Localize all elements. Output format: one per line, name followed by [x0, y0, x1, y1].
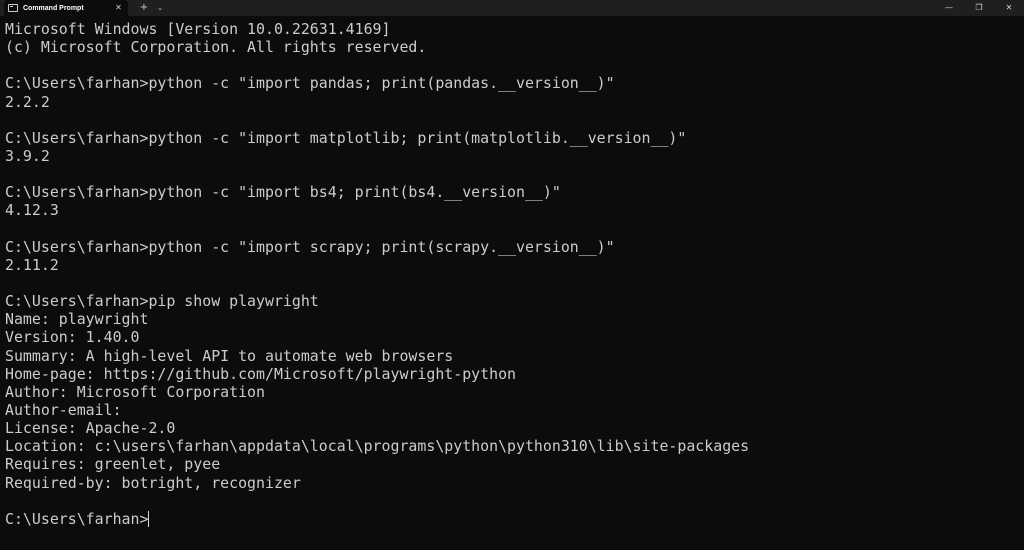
- terminal-line: Location: c:\users\farhan\appdata\local\…: [5, 437, 750, 456]
- terminal-line: Author: Microsoft Corporation: [5, 382, 265, 401]
- terminal-line: C:\Users\farhan>python -c "import bs4; p…: [5, 183, 561, 202]
- terminal-line: Name: playwright: [5, 310, 149, 329]
- tab-close-icon[interactable]: ✕: [113, 2, 124, 13]
- tab-title: Command Prompt: [23, 4, 84, 12]
- window-controls: — ❐ ✕: [934, 0, 1024, 16]
- terminal-line: Version: 1.40.0: [5, 328, 140, 347]
- terminal-line: 2.11.2: [5, 255, 59, 274]
- terminal-line: Microsoft Windows [Version 10.0.22631.41…: [5, 20, 391, 38]
- terminal-line: C:\Users\farhan>python -c "import pandas…: [5, 74, 615, 93]
- terminal-line: C:\Users\farhan>python -c "import scrapy…: [5, 237, 615, 256]
- new-tab-button[interactable]: +: [136, 0, 152, 16]
- terminal-icon: [8, 4, 18, 12]
- terminal-line: Author-email:: [5, 400, 122, 419]
- terminal-line: License: Apache-2.0: [5, 419, 176, 438]
- terminal-line: C:\Users\farhan>python -c "import matplo…: [5, 128, 687, 147]
- chevron-down-icon[interactable]: ⌄: [152, 0, 168, 16]
- terminal-line: 2.2.2: [5, 92, 50, 111]
- command-input-line[interactable]: C:\Users\farhan>: [5, 510, 1020, 528]
- terminal-output[interactable]: Microsoft Windows [Version 10.0.22631.41…: [5, 20, 1020, 528]
- maximize-button[interactable]: ❐: [964, 0, 994, 16]
- terminal-line: 3.9.2: [5, 146, 50, 165]
- terminal-line: Required-by: botright, recognizer: [5, 473, 301, 492]
- terminal-line: 4.12.3: [5, 201, 59, 220]
- terminal-line: Home-page: https://github.com/Microsoft/…: [5, 364, 517, 383]
- tab-command-prompt[interactable]: Command Prompt ✕: [4, 0, 128, 16]
- minimize-button[interactable]: —: [934, 0, 964, 16]
- terminal-line: (c) Microsoft Corporation. All rights re…: [5, 38, 427, 57]
- prompt: C:\Users\farhan>: [5, 509, 149, 528]
- terminal-line: Summary: A high-level API to automate we…: [5, 346, 454, 365]
- terminal-line: C:\Users\farhan>pip show playwright: [5, 292, 319, 311]
- title-bar: Command Prompt ✕ + ⌄ — ❐ ✕: [0, 0, 1024, 16]
- terminal-line: Requires: greenlet, pyee: [5, 455, 221, 474]
- close-button[interactable]: ✕: [994, 0, 1024, 16]
- text-cursor: [148, 510, 150, 527]
